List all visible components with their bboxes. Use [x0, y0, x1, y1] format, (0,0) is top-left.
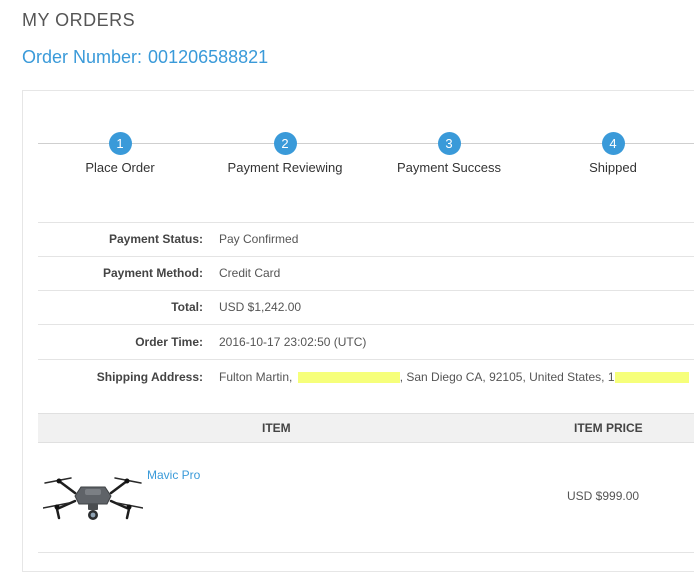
redacted-phone [614, 372, 689, 384]
order-time-value: 2016-10-17 23:02:50 (UTC) [219, 335, 367, 349]
item-price-column-header: ITEM PRICE [574, 421, 643, 435]
order-number-value: 001206588821 [148, 47, 269, 67]
payment-status-value: Pay Confirmed [219, 232, 299, 246]
order-progress-stepper: 1 Place Order 2 Payment Reviewing 3 Paym… [38, 132, 694, 182]
step-label: Payment Reviewing [227, 160, 343, 175]
shipping-address-label: Shipping Address: [96, 370, 203, 384]
order-number-label: Order Number: [22, 47, 143, 67]
shipping-city-line: , San Diego CA, 92105, United States, [399, 370, 605, 384]
item-name-link[interactable]: Mavic Pro [147, 468, 200, 482]
payment-method-value: Credit Card [219, 266, 281, 280]
page-title: MY ORDERS [22, 10, 136, 30]
order-time-row: Order Time: 2016-10-17 23:02:50 (UTC) [38, 324, 694, 359]
total-row: Total: USD $1,242.00 [38, 290, 694, 324]
items-table-header: ITEM ITEM PRICE [38, 413, 694, 443]
order-time-label: Order Time: [135, 335, 203, 349]
step-place-order: 1 Place Order [45, 132, 195, 175]
step-number-badge: 1 [108, 132, 132, 155]
shipping-phone-prefix: 1 [607, 370, 615, 384]
step-label: Place Order [85, 160, 155, 175]
table-row: Mavic Pro USD $999.00 [38, 442, 694, 553]
total-value: USD $1,242.00 [219, 300, 302, 314]
step-number-badge: 3 [437, 132, 461, 155]
redacted-street [297, 372, 400, 384]
step-shipped: 4 Shipped [538, 132, 688, 175]
payment-method-label: Payment Method: [102, 266, 203, 280]
step-payment-success: 3 Payment Success [374, 132, 524, 175]
step-label: Shipped [589, 160, 637, 175]
shipping-address-value: Fulton Martin, , San Diego CA, 92105, Un… [219, 360, 689, 395]
payment-status-row: Payment Status: Pay Confirmed [38, 222, 694, 256]
shipping-name: Fulton Martin, [219, 370, 293, 384]
payment-status-label: Payment Status: [108, 232, 203, 246]
item-column-header: ITEM [262, 421, 291, 435]
item-price: USD $999.00 [567, 489, 640, 503]
order-number-heading: Order Number: 001206588821 [22, 47, 268, 68]
step-number-badge: 2 [273, 132, 297, 155]
step-label: Payment Success [396, 160, 502, 175]
drone-image [43, 477, 143, 520]
order-details: Payment Status: Pay Confirmed Payment Me… [38, 222, 694, 395]
total-label: Total: [171, 300, 203, 314]
shipping-address-row: Shipping Address: Fulton Martin, , San D… [38, 359, 694, 395]
step-number-badge: 4 [601, 132, 625, 155]
step-payment-reviewing: 2 Payment Reviewing [210, 132, 360, 175]
payment-method-row: Payment Method: Credit Card [38, 256, 694, 290]
